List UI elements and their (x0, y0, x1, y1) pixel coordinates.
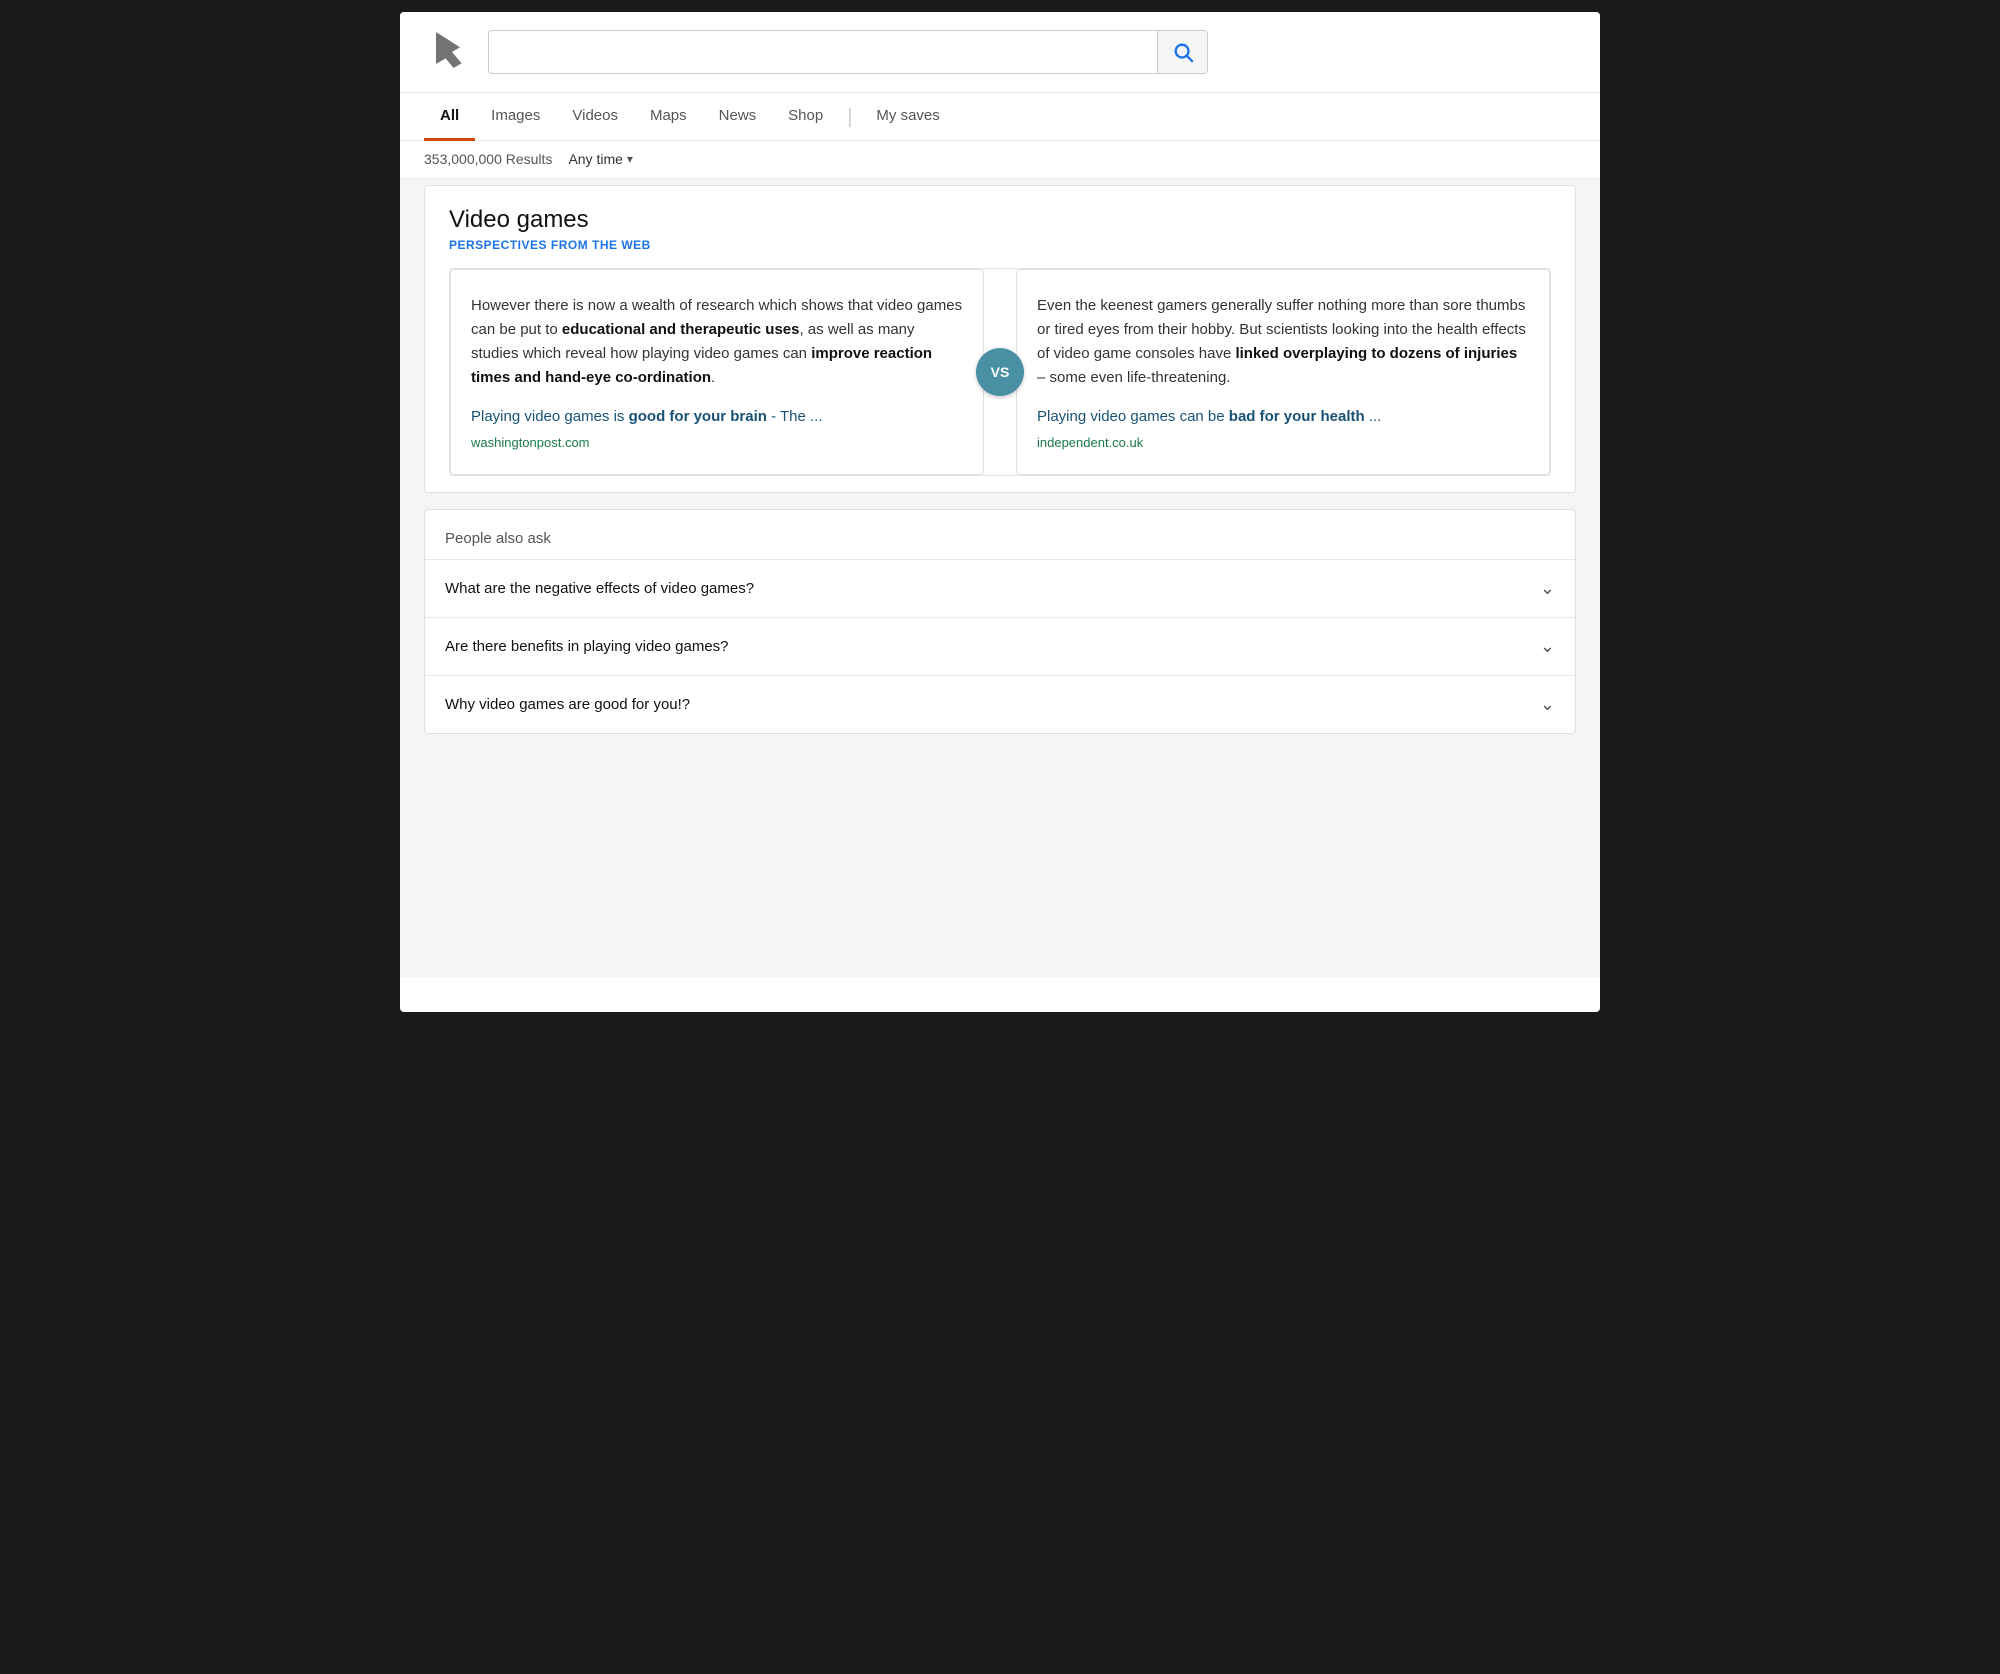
search-input[interactable]: are video games bad for you (489, 34, 1157, 71)
search-icon (1172, 41, 1194, 63)
perspective-left-panel: However there is now a wealth of researc… (450, 269, 984, 475)
perspective-right-panel: Even the keenest gamers generally suffer… (1016, 269, 1550, 475)
tab-shop[interactable]: Shop (772, 93, 839, 141)
perspectives-title: Video games (449, 206, 1551, 234)
left-panel-source: washingtonpost.com (471, 435, 963, 450)
search-button[interactable] (1157, 30, 1207, 74)
people-also-ask-card: People also ask What are the negative ef… (424, 509, 1576, 734)
tab-maps[interactable]: Maps (634, 93, 703, 141)
ask-item-1[interactable]: What are the negative effects of video g… (425, 559, 1575, 617)
ask-question-2: Are there benefits in playing video game… (445, 638, 729, 655)
vs-badge: VS (976, 348, 1024, 396)
chevron-down-icon-2: ⌄ (1540, 636, 1555, 657)
chevron-down-icon-1: ⌄ (1540, 578, 1555, 599)
browser-window: are video games bad for you All Images V… (400, 12, 1600, 1012)
tab-news[interactable]: News (703, 93, 773, 141)
right-panel-source: independent.co.uk (1037, 435, 1529, 450)
ask-question-3: Why video games are good for you!? (445, 696, 690, 713)
chevron-down-icon-3: ⌄ (1540, 694, 1555, 715)
search-header: are video games bad for you (400, 12, 1600, 93)
left-panel-text: However there is now a wealth of researc… (471, 294, 963, 390)
tab-my-saves[interactable]: My saves (860, 93, 955, 141)
results-bar: 353,000,000 Results Any time ▾ (400, 141, 1600, 177)
time-filter[interactable]: Any time ▾ (568, 151, 633, 167)
search-box: are video games bad for you (488, 30, 1208, 74)
tab-images[interactable]: Images (475, 93, 556, 141)
nav-divider: | (847, 107, 852, 127)
time-filter-label: Any time (568, 151, 622, 167)
tab-all[interactable]: All (424, 93, 475, 141)
chevron-down-icon: ▾ (627, 152, 633, 166)
perspectives-card: Video games PERSPECTIVES FROM THE WEB Ho… (424, 185, 1576, 493)
perspectives-panels: However there is now a wealth of researc… (449, 268, 1551, 476)
left-panel-link[interactable]: Playing video games is good for your bra… (471, 408, 823, 425)
bing-logo (424, 28, 472, 76)
perspectives-subtitle: PERSPECTIVES FROM THE WEB (449, 238, 1551, 252)
tab-videos[interactable]: Videos (556, 93, 634, 141)
ask-question-1: What are the negative effects of video g… (445, 580, 754, 597)
left-panel-link-block: Playing video games is good for your bra… (471, 406, 963, 450)
ask-item-3[interactable]: Why video games are good for you!? ⌄ (425, 675, 1575, 733)
main-content: Video games PERSPECTIVES FROM THE WEB Ho… (400, 177, 1600, 977)
right-panel-link-block: Playing video games can be bad for your … (1037, 406, 1529, 450)
ask-item-2[interactable]: Are there benefits in playing video game… (425, 617, 1575, 675)
results-count: 353,000,000 Results (424, 151, 552, 167)
nav-tabs: All Images Videos Maps News Shop | My sa… (400, 93, 1600, 141)
people-also-ask-header: People also ask (425, 510, 1575, 559)
right-panel-text: Even the keenest gamers generally suffer… (1037, 294, 1529, 390)
right-panel-link[interactable]: Playing video games can be bad for your … (1037, 408, 1381, 425)
